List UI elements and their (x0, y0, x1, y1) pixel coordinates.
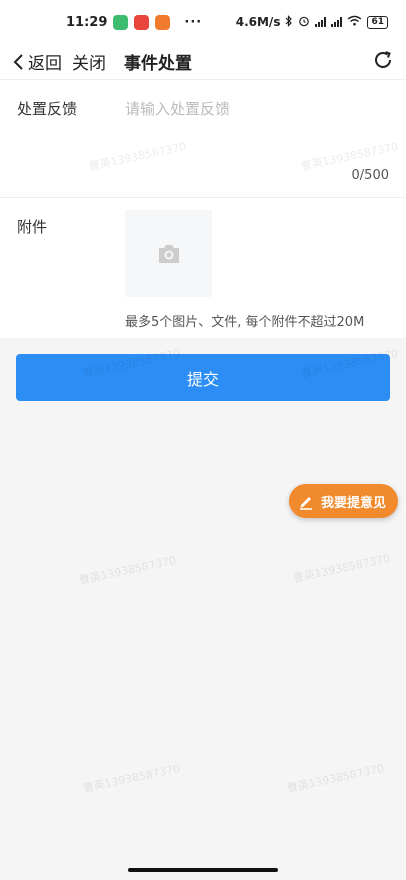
wifi-icon (347, 15, 362, 29)
signal-icon (331, 17, 343, 27)
attachment-hint: 最多5个图片、文件, 每个附件不超过20M (125, 315, 365, 330)
char-counter: 0/500 (351, 168, 389, 183)
feedback-row: 处置反馈 请输入处置反馈 0/500 (0, 80, 406, 198)
app-notification-icon (113, 14, 129, 30)
page-title: 事件处置 (124, 54, 192, 74)
upload-button[interactable] (125, 210, 212, 297)
watermark: 曹英13938587370 (77, 553, 178, 588)
submit-area: 提交 (0, 338, 406, 417)
back-label: 返回 (28, 54, 62, 74)
form-section: 处置反馈 请输入处置反馈 0/500 附件 最多5个图片、文件, 每个附件不超过… (0, 80, 406, 338)
app-notification-icon (155, 14, 171, 30)
app-notification-icon (134, 14, 150, 30)
refresh-icon[interactable] (372, 49, 394, 75)
battery-icon: 61 (367, 15, 388, 29)
feedback-label: 处置反馈 (17, 100, 78, 118)
network-speed: 4.6M/s (235, 15, 281, 29)
alarm-icon (298, 15, 310, 30)
status-time: 11:29 (66, 14, 108, 30)
more-notifications-icon: ··· (184, 14, 203, 30)
close-button[interactable]: 关闭 (72, 49, 106, 74)
bluetooth-icon (285, 14, 293, 30)
feedback-fab-button[interactable]: 我要提意见 (288, 484, 398, 518)
fab-label: 我要提意见 (320, 495, 386, 511)
home-indicator[interactable] (128, 868, 278, 872)
watermark: 曹英13938587370 (81, 761, 182, 796)
attachment-row: 附件 最多5个图片、文件, 每个附件不超过20M (0, 198, 406, 338)
attachment-label: 附件 (17, 218, 48, 236)
status-bar: 11:29 ··· 4.6M/s 61 (0, 0, 406, 44)
pencil-icon (297, 492, 315, 510)
chevron-left-icon (13, 53, 23, 70)
camera-icon (158, 244, 179, 263)
submit-button[interactable]: 提交 (16, 354, 390, 401)
signal-icon (315, 17, 327, 27)
watermark: 曹英13938587370 (291, 551, 392, 586)
feedback-input[interactable]: 请输入处置反馈 (125, 98, 230, 119)
watermark: 曹英13938587370 (285, 761, 386, 796)
nav-bar: 返回 关闭 事件处置 (0, 44, 406, 80)
back-button[interactable]: 返回 (12, 49, 62, 74)
